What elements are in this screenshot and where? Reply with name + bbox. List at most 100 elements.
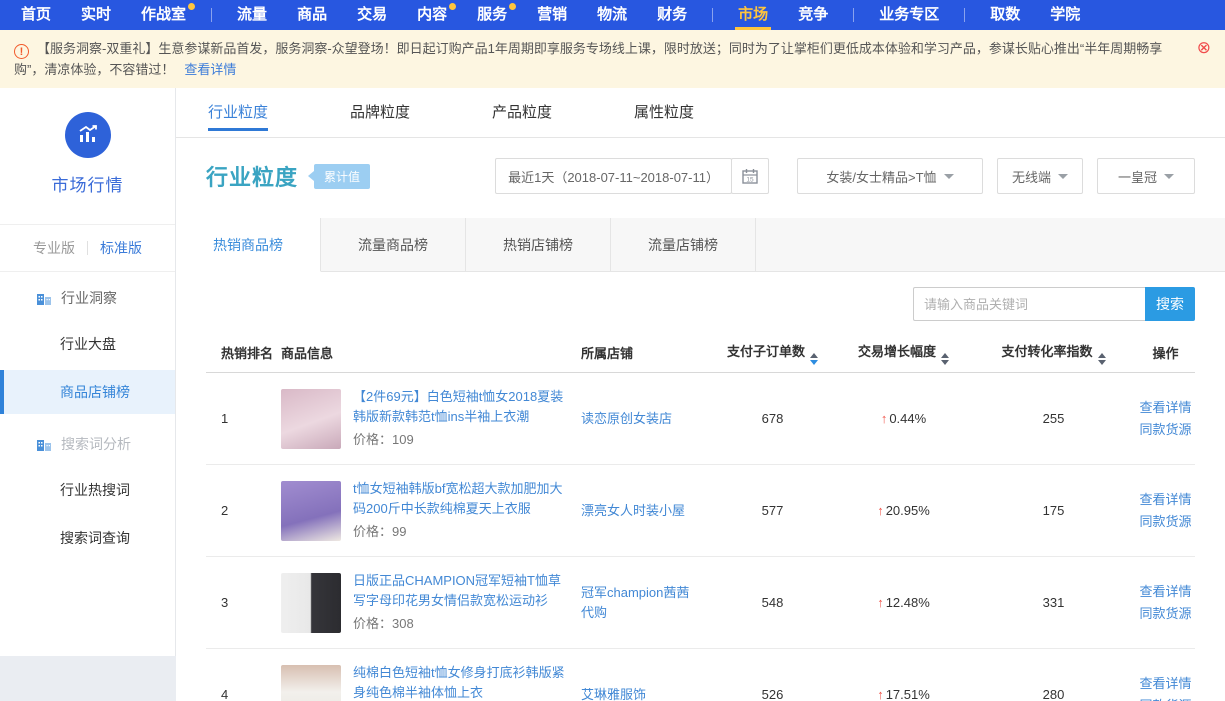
col-header-orders[interactable]: 支付子订单数 [709, 341, 836, 365]
market-chart-icon[interactable] [65, 112, 111, 158]
nav-item-war-room[interactable]: 作战室 [126, 0, 201, 30]
nav-item-academy[interactable]: 学院 [1035, 0, 1095, 30]
search-row: 搜索 [176, 272, 1225, 333]
conversion-index-value: 331 [971, 595, 1136, 610]
category-value: 女装/女士精品>T恤 [826, 167, 936, 186]
tab-traffic-products[interactable]: 流量商品榜 [321, 218, 466, 272]
col-header-label: 支付子订单数 [727, 344, 805, 359]
nav-divider [712, 8, 713, 22]
tab-hot-shops[interactable]: 热销店铺榜 [466, 218, 611, 272]
nav-item-content[interactable]: 内容 [402, 0, 462, 30]
sidebar-item-search-word-query[interactable]: 搜索词查询 [0, 516, 175, 560]
col-header-growth[interactable]: 交易增长幅度 [836, 341, 971, 365]
main-content: 行业粒度 品牌粒度 产品粒度 属性粒度 行业粒度 累计值 最近1天（2018-0… [176, 88, 1225, 701]
version-tab-standard[interactable]: 标准版 [88, 238, 154, 258]
sort-icon[interactable] [810, 353, 818, 365]
date-range-picker[interactable]: 最近1天（2018-07-11~2018-07-11） [495, 158, 732, 194]
search-input[interactable] [913, 287, 1145, 321]
same-source-link[interactable]: 同款货源 [1136, 695, 1195, 701]
shop-link[interactable]: 漂亮女人时装小屋 [581, 501, 703, 521]
product-title-link[interactable]: 【2件69元】白色短袖t恤女2018夏装韩版新款韩范t恤ins半袖上衣潮 [353, 387, 573, 427]
nav-item-home[interactable]: 首页 [6, 0, 66, 30]
buildings-icon [36, 291, 52, 306]
product-thumbnail[interactable] [281, 389, 341, 449]
nav-item-logistics[interactable]: 物流 [582, 0, 642, 30]
up-arrow-icon: ↑ [877, 503, 884, 518]
col-header-label: 交易增长幅度 [858, 344, 936, 359]
nav-item-data-extract[interactable]: 取数 [975, 0, 1035, 30]
nav-item-realtime[interactable]: 实时 [66, 0, 126, 30]
sidebar-item-industry-overview[interactable]: 行业大盘 [0, 322, 175, 366]
tab-product-granularity[interactable]: 产品粒度 [492, 88, 552, 137]
sidebar-section-search-analysis[interactable]: 搜索词分析 [0, 418, 175, 464]
category-dropdown[interactable]: 女装/女士精品>T恤 [797, 158, 983, 194]
col-header-product: 商品信息 [281, 343, 581, 362]
nav-item-trade[interactable]: 交易 [342, 0, 402, 30]
nav-item-competition[interactable]: 竞争 [783, 0, 843, 30]
same-source-link[interactable]: 同款货源 [1136, 511, 1195, 533]
terminal-dropdown[interactable]: 无线端 [997, 158, 1083, 194]
same-source-link[interactable]: 同款货源 [1136, 419, 1195, 441]
nav-item-label: 内容 [417, 6, 447, 23]
nav-item-service[interactable]: 服务 [462, 0, 522, 30]
product-thumbnail[interactable] [281, 665, 341, 701]
view-detail-link[interactable]: 查看详情 [1136, 673, 1195, 695]
nav-item-finance[interactable]: 财务 [642, 0, 702, 30]
shop-link[interactable]: 艾琳雅服饰 [581, 685, 664, 701]
growth-value: 12.48% [886, 595, 930, 610]
nav-item-market[interactable]: 市场 [723, 0, 783, 30]
sidebar-item-product-shop-rank[interactable]: 商品店铺榜 [0, 370, 175, 414]
product-thumbnail[interactable] [281, 573, 341, 633]
orders-value: 526 [709, 687, 836, 701]
growth-value: 0.44% [889, 411, 926, 426]
growth-cell: ↑20.95% [836, 503, 971, 518]
sort-icon[interactable] [1098, 353, 1106, 365]
nav-item-products[interactable]: 商品 [282, 0, 342, 30]
search-button[interactable]: 搜索 [1145, 287, 1195, 321]
shop-link[interactable]: 读恋原创女装店 [581, 409, 690, 429]
product-thumbnail[interactable] [281, 481, 341, 541]
col-header-shop: 所属店铺 [581, 343, 709, 362]
same-source-link[interactable]: 同款货源 [1136, 603, 1195, 625]
version-tab-pro[interactable]: 专业版 [21, 238, 87, 258]
shop-link[interactable]: 冠军champion茜茜代购 [581, 583, 709, 623]
orders-value: 678 [709, 411, 836, 426]
product-price: 价格：109 [353, 430, 573, 450]
nav-item-business-zone[interactable]: 业务专区 [864, 0, 954, 30]
notice-detail-link[interactable]: 查看详情 [184, 62, 236, 77]
calendar-icon[interactable]: 15 [731, 158, 769, 194]
product-price: 价格：99 [353, 522, 573, 542]
table-row: 4 纯棉白色短袖t恤女修身打底衫韩版紧身纯色棉半袖体恤上衣 价格：88 艾琳雅服… [206, 649, 1195, 701]
growth-cell: ↑17.51% [836, 687, 971, 701]
conversion-index-value: 280 [971, 687, 1136, 701]
sidebar-app-title[interactable]: 市场行情 [0, 171, 175, 196]
tab-brand-granularity[interactable]: 品牌粒度 [350, 88, 410, 137]
nav-item-marketing[interactable]: 营销 [522, 0, 582, 30]
actions-cell: 查看详情 同款货源 [1136, 581, 1195, 625]
sidebar-item-hot-search-words[interactable]: 行业热搜词 [0, 468, 175, 512]
sort-icon[interactable] [941, 353, 949, 365]
ranking-table: 热销排名 商品信息 所属店铺 支付子订单数 交易增长幅度 支付转化率指数 操作 … [206, 333, 1195, 701]
tab-hot-products[interactable]: 热销商品榜 [176, 218, 321, 272]
nav-item-traffic[interactable]: 流量 [222, 0, 282, 30]
tab-attribute-granularity[interactable]: 属性粒度 [634, 88, 694, 137]
product-title-link[interactable]: 纯棉白色短袖t恤女修身打底衫韩版紧身纯色棉半袖体恤上衣 [353, 663, 573, 701]
rank-cell: 1 [206, 411, 281, 426]
sidebar-section-industry-insight[interactable]: 行业洞察 [0, 272, 175, 318]
col-header-conversion-index[interactable]: 支付转化率指数 [971, 341, 1136, 365]
view-detail-link[interactable]: 查看详情 [1136, 489, 1195, 511]
table-header-row: 热销排名 商品信息 所属店铺 支付子订单数 交易增长幅度 支付转化率指数 操作 [206, 333, 1195, 373]
product-title-link[interactable]: t恤女短袖韩版bf宽松超大款加肥加大码200斤中长款纯棉夏天上衣服 [353, 479, 573, 519]
shop-level-dropdown[interactable]: 一皇冠 [1097, 158, 1195, 194]
tab-industry-granularity[interactable]: 行业粒度 [208, 88, 268, 137]
table-row: 1 【2件69元】白色短袖t恤女2018夏装韩版新款韩范t恤ins半袖上衣潮 价… [206, 373, 1195, 465]
view-detail-link[interactable]: 查看详情 [1136, 397, 1195, 419]
rank-cell: 4 [206, 687, 281, 701]
view-detail-link[interactable]: 查看详情 [1136, 581, 1195, 603]
growth-cell: ↑0.44% [836, 411, 971, 426]
tab-traffic-shops[interactable]: 流量店铺榜 [611, 218, 756, 272]
conversion-index-value: 255 [971, 411, 1136, 426]
orders-value: 577 [709, 503, 836, 518]
close-circle-icon[interactable]: ⊗ [1197, 40, 1211, 56]
product-title-link[interactable]: 日版正品CHAMPION冠军短袖T恤草写字母印花男女情侣款宽松运动衫 [353, 571, 573, 611]
